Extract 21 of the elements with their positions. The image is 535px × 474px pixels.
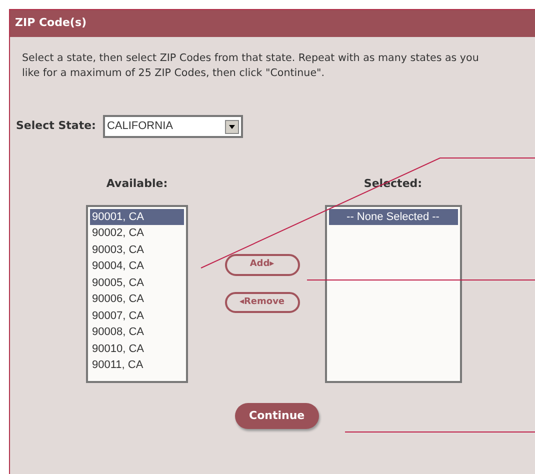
list-option[interactable]: 90007, CA [90, 308, 184, 324]
list-option[interactable]: -- None Selected -- [328, 208, 458, 225]
selected-listbox[interactable]: -- None Selected -- [324, 204, 462, 382]
list-option[interactable]: 90010, CA [90, 340, 184, 357]
list-option[interactable]: 90004, CA [90, 258, 184, 274]
instructions-text: Select a state, then select ZIP Codes from that state. Repeat with as many states as you like for a maximum of 25 ZIP Codes, then click "Continue". [22, 51, 480, 81]
list-option[interactable]: 90003, CA [90, 242, 184, 258]
continue-button[interactable]: Continue [235, 402, 319, 429]
panel-title: ZIP Code(s) [10, 10, 535, 37]
available-label: Available: [106, 176, 168, 192]
list-option[interactable]: 90002, CA [90, 225, 184, 242]
add-button[interactable]: Add▸ [224, 254, 300, 276]
list-option[interactable]: 90001, CA [90, 208, 184, 225]
state-label: Select State: [16, 118, 96, 134]
available-listbox[interactable]: 90001, CA 90002, CA 90003, CA 90004, CA 90005, CA 90006, CA 90007, CA 90008, CA 90010, CA 90011, CA [86, 204, 188, 382]
list-option[interactable]: 90005, CA [90, 274, 184, 291]
remove-button[interactable]: ◂Remove [224, 292, 300, 313]
list-option[interactable]: 90011, CA [90, 357, 184, 374]
list-option[interactable]: 90006, CA [90, 291, 184, 308]
list-option[interactable]: 90008, CA [90, 324, 184, 340]
state-dropdown[interactable]: CALIFORNIA [102, 115, 243, 138]
